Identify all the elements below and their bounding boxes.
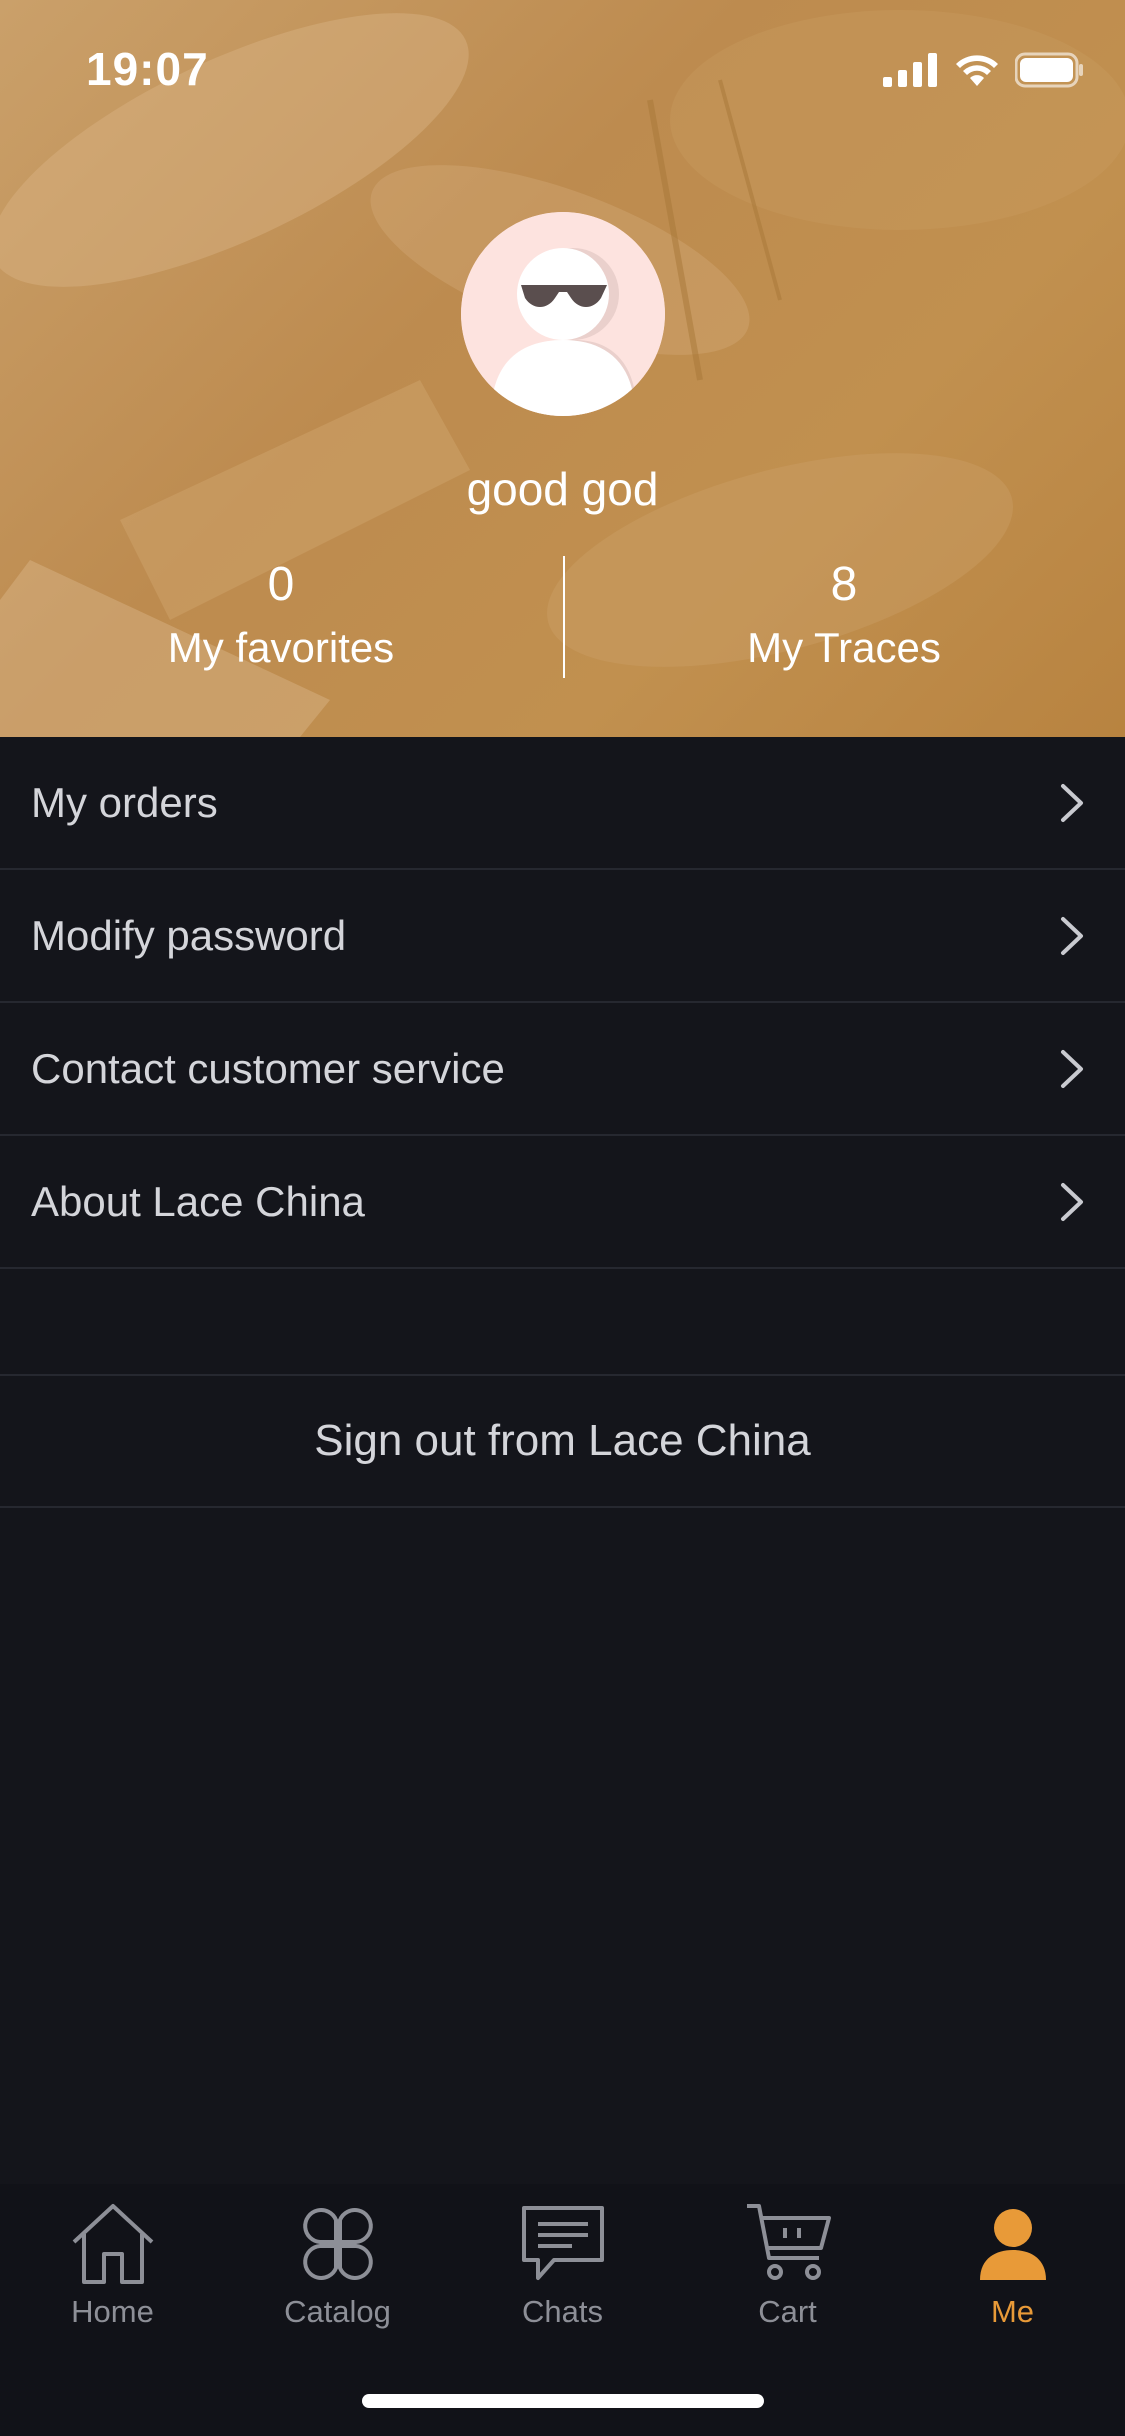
- avatar-placeholder-icon: [461, 212, 665, 416]
- sign-out-button[interactable]: Sign out from Lace China: [0, 1374, 1125, 1508]
- menu-item-label: Contact customer service: [31, 1044, 505, 1092]
- cellular-signal-icon: [883, 53, 937, 87]
- avatar[interactable]: [461, 212, 665, 416]
- tab-catalog[interactable]: Catalog: [225, 2202, 450, 2352]
- favorites-label: My favorites: [167, 624, 395, 671]
- tab-label: Catalog: [284, 2294, 391, 2329]
- home-indicator: [362, 2394, 764, 2408]
- cart-icon: [746, 2204, 831, 2280]
- menu-item-label: About Lace China: [31, 1177, 365, 1225]
- user-icon: [979, 2209, 1046, 2280]
- tab-label: Home: [71, 2294, 154, 2329]
- tab-me[interactable]: Me: [900, 2202, 1125, 2352]
- chevron-right-icon: [1061, 917, 1083, 955]
- menu-item-label: Modify password: [31, 911, 347, 959]
- menu-item-modify-password[interactable]: Modify password: [0, 870, 1125, 1003]
- battery-icon: [1015, 52, 1083, 88]
- tab-chats[interactable]: Chats: [450, 2202, 675, 2352]
- menu-item-about[interactable]: About Lace China: [0, 1136, 1125, 1269]
- traces-stat[interactable]: 8 My Traces: [563, 556, 1125, 678]
- tab-home[interactable]: Home: [0, 2202, 225, 2352]
- wifi-icon: [956, 55, 998, 86]
- chevron-right-icon: [1061, 1050, 1083, 1088]
- menu-item-contact-customer-service[interactable]: Contact customer service: [0, 1003, 1125, 1136]
- menu-item-label: My orders: [31, 778, 218, 826]
- chevron-right-icon: [1061, 1183, 1083, 1221]
- profile-header: 19:07 good god 0 My favorites 8 My Trace…: [0, 0, 1125, 737]
- username: good god: [466, 463, 659, 515]
- menu-item-my-orders[interactable]: My orders: [0, 737, 1125, 870]
- tab-cart[interactable]: Cart: [675, 2202, 900, 2352]
- tab-label: Me: [990, 2294, 1035, 2329]
- home-icon: [72, 2204, 153, 2284]
- status-time: 19:07: [86, 43, 209, 95]
- chat-icon: [521, 2206, 604, 2280]
- catalog-icon: [302, 2208, 373, 2280]
- traces-count: 8: [830, 558, 858, 611]
- chevron-right-icon: [1061, 784, 1083, 822]
- tab-label: Cart: [758, 2294, 817, 2329]
- traces-label: My Traces: [747, 624, 941, 671]
- settings-menu: My orders Modify password Contact custom…: [0, 737, 1125, 1269]
- favorites-count: 0: [267, 558, 295, 611]
- status-icons: [883, 50, 1085, 90]
- favorites-stat[interactable]: 0 My favorites: [0, 556, 562, 678]
- tab-label: Chats: [522, 2294, 603, 2329]
